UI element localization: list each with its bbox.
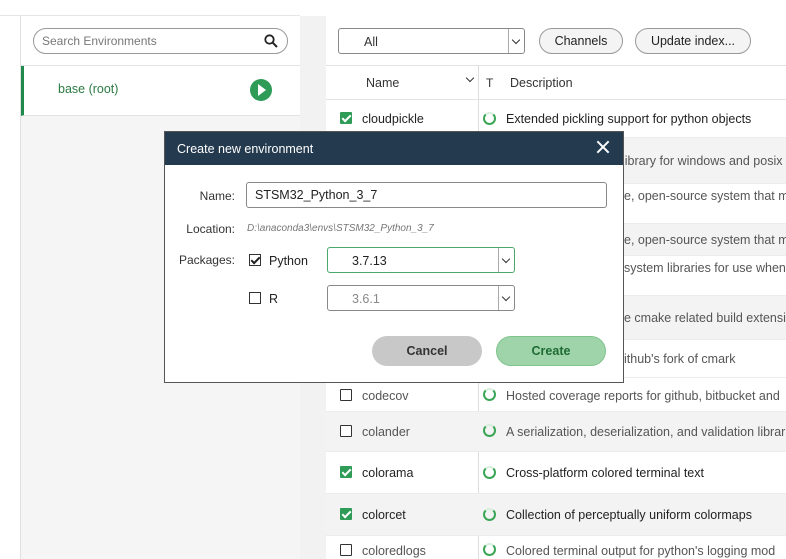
environment-name-input[interactable]	[246, 182, 607, 208]
package-filter-select[interactable]: All	[338, 28, 525, 54]
table-row[interactable]: colander A serialization, deserializatio…	[326, 412, 786, 452]
env-search-bar	[21, 16, 301, 66]
name-label: Name:	[199, 189, 235, 203]
location-label: Location:	[186, 222, 235, 236]
package-name: cloudpickle	[362, 112, 424, 126]
package-checkbox[interactable]	[340, 508, 352, 520]
env-search-box[interactable]	[33, 28, 288, 54]
python-version-select[interactable]: 3.7.13	[327, 247, 515, 273]
env-item-label: base (root)	[58, 82, 119, 96]
package-description: e, open-source system that m	[624, 233, 786, 247]
packages-table-header: Name T Description	[326, 66, 786, 100]
package-checkbox[interactable]	[340, 466, 352, 478]
chevron-down-icon[interactable]	[508, 29, 524, 53]
table-row[interactable]: colorama Cross-platform colored terminal…	[326, 452, 786, 494]
top-strip	[0, 0, 300, 16]
create-environment-dialog: Create new environment Name: Location: D…	[164, 131, 624, 383]
column-header-name[interactable]: Name	[366, 76, 399, 90]
r-label: R	[269, 292, 279, 306]
cancel-button[interactable]: Cancel	[372, 336, 482, 366]
status-icon	[483, 112, 496, 125]
package-description: Extended pickling support for python obj…	[506, 112, 752, 126]
python-label: Python	[269, 254, 308, 268]
column-header-type[interactable]: T	[486, 76, 493, 90]
search-environments-input[interactable]	[42, 33, 252, 49]
dialog-title: Create new environment	[177, 142, 314, 156]
package-name: colorama	[362, 466, 414, 480]
filter-value: All	[364, 35, 378, 49]
package-description: e, open-source system that m	[624, 189, 786, 203]
package-name: colander	[362, 425, 410, 439]
package-description: e cmake related build extensio	[624, 311, 786, 325]
package-description: A serialization, deserialization, and va…	[506, 425, 786, 439]
table-row[interactable]: coloredlogs Colored terminal output for …	[326, 536, 786, 559]
package-description: Colored terminal output for python's log…	[506, 544, 776, 558]
status-icon	[483, 424, 496, 437]
package-description: Collection of perceptually uniform color…	[506, 508, 752, 522]
python-version-value: 3.7.13	[352, 254, 387, 268]
r-version-value: 3.6.1	[352, 292, 380, 306]
env-item-base[interactable]: base (root)	[21, 66, 301, 116]
update-index-button[interactable]: Update index...	[635, 28, 751, 54]
package-checkbox[interactable]	[340, 389, 352, 401]
create-button[interactable]: Create	[496, 336, 606, 366]
close-icon[interactable]	[595, 139, 611, 155]
package-name: colorcet	[362, 508, 406, 522]
package-description: system libraries for use when	[624, 261, 786, 275]
package-name: codecov	[362, 389, 409, 403]
python-checkbox[interactable]	[249, 254, 261, 266]
play-icon[interactable]	[250, 79, 272, 101]
status-icon	[483, 388, 496, 401]
package-checkbox[interactable]	[340, 544, 352, 556]
packages-toolbar: All Channels Update index...	[326, 16, 786, 66]
r-checkbox[interactable]	[249, 292, 261, 304]
chevron-down-icon[interactable]	[498, 248, 514, 272]
package-description: ithub's fork of cmark	[624, 352, 736, 366]
package-checkbox[interactable]	[340, 425, 352, 437]
table-row[interactable]: colorcet Collection of perceptually unif…	[326, 494, 786, 536]
channels-button[interactable]: Channels	[539, 28, 623, 54]
status-icon	[483, 508, 496, 521]
location-path: D:\anaconda3\envs\STSM32_Python_3_7	[247, 223, 434, 234]
r-version-select[interactable]: 3.6.1	[327, 285, 515, 311]
status-icon	[483, 543, 496, 556]
package-name: coloredlogs	[362, 544, 426, 558]
chevron-down-icon[interactable]	[498, 286, 514, 310]
packages-label: Packages:	[178, 253, 235, 267]
package-checkbox[interactable]	[340, 112, 352, 124]
status-icon	[483, 466, 496, 479]
package-description: library for windows and posix	[622, 154, 783, 168]
column-header-description[interactable]: Description	[510, 76, 573, 90]
dialog-titlebar: Create new environment	[165, 132, 623, 165]
package-description: Cross-platform colored terminal text	[506, 466, 704, 480]
search-icon[interactable]	[264, 34, 278, 48]
sort-chevron-icon[interactable]	[465, 73, 475, 85]
table-row[interactable]: codecov Hosted coverage reports for gith…	[326, 378, 786, 412]
package-description: Hosted coverage reports for github, bitb…	[506, 389, 780, 403]
